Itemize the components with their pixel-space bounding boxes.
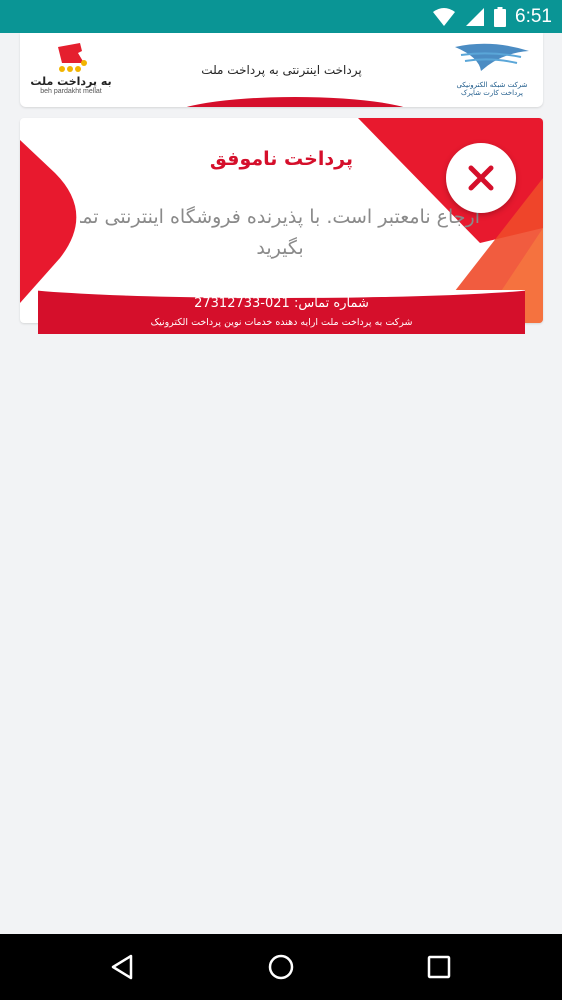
home-icon[interactable] <box>266 952 296 982</box>
message-line-2: بگیرید <box>256 237 304 259</box>
close-icon <box>468 165 494 191</box>
header-arc <box>170 97 420 107</box>
gateway-header: به پرداخت ملت beh pardakht mellat پرداخت… <box>20 33 543 107</box>
logo-text: به پرداخت ملت <box>30 75 112 88</box>
recents-icon[interactable] <box>424 952 454 982</box>
company-line: شرکت به پرداخت ملت ارایه دهنده خدمات نوی… <box>150 317 413 328</box>
contact-footer: شماره تماس: 021-27312733 شرکت به پرداخت … <box>38 290 525 334</box>
failure-badge <box>446 143 516 213</box>
message-line-1: ارجاع نامعتبر است. با پذیرنده فروشگاه ای… <box>80 206 480 228</box>
navigation-bar <box>0 934 562 1000</box>
beh-pardakht-logo: به پرداخت ملت beh pardakht mellat <box>28 41 114 99</box>
back-icon[interactable] <box>108 952 138 982</box>
contact-phone: شماره تماس: 021-27312733 <box>194 296 369 311</box>
page-title: پرداخت اینترنتی به پرداخت ملت <box>201 63 362 77</box>
logo-subtext: beh pardakht mellat <box>40 88 102 95</box>
signal-icon <box>466 7 485 26</box>
shaparak-text: شرکت شبکه الکترونیکی پرداخت کارت شاپرک <box>456 81 528 97</box>
status-bar: 6:51 <box>0 0 562 33</box>
shaparak-logo: شرکت شبکه الکترونیکی پرداخت کارت شاپرک <box>451 41 533 101</box>
result-message: ارجاع نامعتبر است. با پذیرنده فروشگاه ای… <box>80 202 480 264</box>
result-card: پرداخت ناموفق ارجاع نامعتبر است. با پذیر… <box>20 118 543 334</box>
wifi-icon <box>433 7 456 26</box>
clock: 6:51 <box>515 5 552 27</box>
battery-icon <box>494 6 507 27</box>
